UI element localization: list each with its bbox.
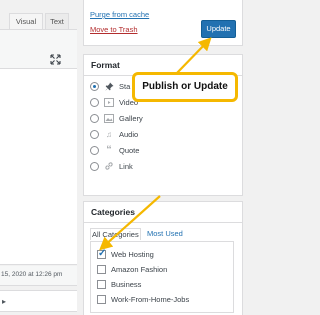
categories-title[interactable]: Categories [84,202,242,223]
category-label: Work-From-Home-Jobs [111,295,190,304]
editor-toolbar [0,29,77,69]
tab-all-categories[interactable]: All Categories [90,228,141,240]
category-label: Business [111,280,142,289]
category-item[interactable]: Amazon Fashion [97,263,167,276]
radio-button[interactable] [90,161,99,171]
format-option-gallery[interactable]: Gallery [90,111,230,125]
radio-button[interactable] [90,145,99,155]
format-option-audio[interactable]: ♫ Audio [90,127,230,141]
radio-button[interactable] [90,113,99,123]
category-item[interactable]: Web Hosting [97,248,154,261]
checkbox[interactable] [97,265,106,274]
purge-cache-link[interactable]: Purge from cache [90,10,149,19]
checkbox[interactable] [97,295,106,304]
sidebar: Purge from cache Move to Trash Update Fo… [83,0,250,315]
quote-icon: “ [106,144,112,156]
categories-box: Categories All Categories Most Used Web … [83,201,243,315]
radio-button[interactable] [90,81,99,91]
update-button[interactable]: Update [201,20,236,38]
format-option-label: Audio [119,129,139,139]
editor-status-bar: 15, 2020 at 12:26 pm [0,266,77,286]
format-option-link[interactable]: Link [90,159,230,173]
audio-icon: ♫ [106,129,112,139]
toggle-arrow-icon[interactable]: ▸ [2,297,6,306]
radio-button[interactable] [90,97,99,107]
move-to-trash-link[interactable]: Move to Trash [90,25,138,34]
format-option-label: Sta [119,81,131,91]
post-editor: Visual Text 15, 2020 at 12:26 pm ▸ [0,0,77,315]
last-edited-text: 15, 2020 at 12:26 pm [1,271,63,278]
tab-text[interactable]: Text [45,13,69,29]
pushpin-icon [104,81,114,91]
checkbox[interactable] [97,248,106,259]
tab-most-used[interactable]: Most Used [147,229,183,238]
tab-visual[interactable]: Visual [9,13,43,29]
publish-box: Purge from cache Move to Trash Update [83,0,243,46]
editor-lower-box: ▸ [0,290,77,312]
category-item[interactable]: Business [97,278,141,291]
category-item[interactable]: Work-From-Home-Jobs [97,293,189,306]
publish-or-update-callout: Publish or Update [132,72,238,102]
format-option-label: Quote [119,145,140,155]
editor-tabs: Visual Text [0,9,77,29]
format-option-label: Link [119,161,133,171]
gallery-icon [104,113,114,123]
format-option-quote[interactable]: “ Quote [90,143,230,157]
category-label: Amazon Fashion [111,265,168,274]
link-icon [104,161,114,171]
fullscreen-icon[interactable] [50,54,61,65]
video-icon [104,97,114,107]
category-label: Web Hosting [111,250,154,259]
checkbox[interactable] [97,280,106,289]
radio-button[interactable] [90,129,99,139]
format-option-label: Gallery [119,113,143,123]
categories-tabs: All Categories Most Used [90,228,234,240]
editor-content-area[interactable] [0,69,77,265]
categories-list: Web Hosting Amazon Fashion Business Work… [90,241,234,313]
